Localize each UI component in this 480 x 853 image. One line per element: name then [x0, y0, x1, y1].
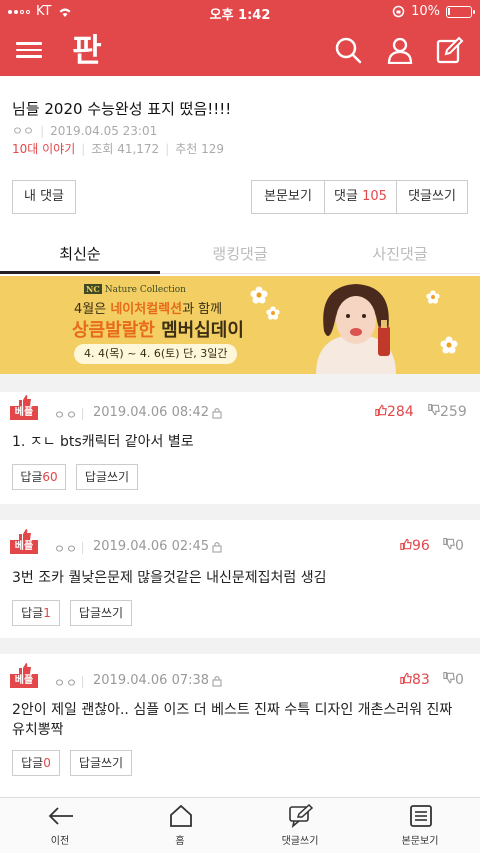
post-action-row: 내 댓글 본문보기 댓글 105 댓글쓰기: [0, 180, 480, 216]
post-info: 님들 2020 수능완성 표지 떴음!!!! ㅇㅇ | 2019.04.05 23:…: [0, 76, 480, 166]
upvote-button[interactable]: 96: [400, 538, 430, 554]
thumbs-up-icon: [400, 538, 412, 551]
nav-write-comment[interactable]: 댓글쓰기: [240, 798, 360, 853]
write-reply-button[interactable]: 답글쓰기: [76, 464, 138, 490]
downvote-count: 0: [455, 672, 464, 688]
view-post-button[interactable]: 본문보기: [251, 180, 325, 214]
banner-period: 4. 4(목) ~ 4. 6(토) 단, 3일간: [74, 344, 238, 364]
thumbs-up-icon: [375, 404, 387, 417]
reply-count-button[interactable]: 답글1: [12, 600, 60, 626]
comment-text: 3번 조카 퀄낮은문제 많을것같은 내신문제집처럼 생김: [12, 570, 327, 586]
flower-icon: [266, 306, 280, 320]
upvote-count: 83: [412, 672, 430, 688]
report-icon[interactable]: [212, 407, 222, 419]
back-arrow-icon: [48, 807, 73, 825]
post-date: 2019.04.05 23:01: [50, 124, 158, 138]
thumbs-down-icon: [443, 671, 455, 684]
status-bar: KT 오후 1:42 10%: [0, 0, 480, 24]
thumbs-up-icon: [400, 672, 412, 685]
best-badge: 베플: [10, 394, 38, 420]
upvote-button[interactable]: 284: [375, 404, 414, 420]
rotation-lock-icon: [392, 5, 405, 18]
post-category[interactable]: 10대 이야기: [12, 142, 75, 156]
tab-latest[interactable]: 최신순: [0, 234, 160, 274]
comment-text: 2안이 제일 괜찮아.. 심플 이즈 더 베스트 진짜 수특 디자인 개촌스러워…: [12, 702, 453, 738]
comment-date: 2019.04.06 08:42: [93, 405, 210, 420]
model-illustration: [316, 284, 396, 374]
write-reply-button[interactable]: 답글쓰기: [70, 600, 132, 626]
home-icon: [170, 804, 192, 827]
nav-home[interactable]: 홈: [120, 798, 240, 853]
upvote-button[interactable]: 83: [400, 672, 430, 688]
downvote-button[interactable]: 0: [443, 537, 464, 554]
downvote-count: 0: [455, 538, 464, 554]
post-views: 조회 41,172: [91, 142, 160, 156]
document-icon: [410, 805, 432, 827]
app-logo[interactable]: 판: [70, 30, 104, 70]
downvote-button[interactable]: 0: [443, 671, 464, 688]
search-icon[interactable]: [334, 36, 362, 64]
comment-text: 1. ㅈㄴ bts캐릭터 같아서 별로: [12, 434, 194, 450]
nav-back[interactable]: 이전: [0, 798, 120, 853]
post-title: 님들 2020 수능완성 표지 떴음!!!!: [12, 100, 232, 118]
menu-button[interactable]: [16, 38, 44, 62]
comment-date: 2019.04.06 02:45: [93, 539, 210, 554]
flower-icon: [250, 286, 268, 304]
comment-write-icon: [289, 804, 314, 828]
upvote-count: 284: [387, 404, 414, 420]
comment-count-button[interactable]: 댓글 105: [324, 180, 397, 214]
comment-list: 베플 ㅇㅇ 2019.04.06 08:42 284 259 1. ㅈㄴ bts…: [0, 374, 480, 798]
thumbs-down-icon: [428, 403, 440, 416]
comment-item: 베플 ㅇㅇ 2019.04.06 07:38 83 0 2안이 제일 괜찮아..…: [0, 654, 480, 798]
upvote-count: 96: [412, 538, 430, 554]
downvote-button[interactable]: 259: [428, 403, 467, 420]
tab-ranking[interactable]: 랭킹댓글: [160, 234, 320, 274]
tab-photo[interactable]: 사진댓글: [320, 234, 480, 274]
report-icon[interactable]: [212, 541, 222, 553]
thumbs-down-icon: [443, 537, 455, 550]
comment-author: ㅇㅇ: [54, 542, 79, 556]
write-reply-button[interactable]: 답글쓰기: [70, 750, 132, 776]
comment-date: 2019.04.06 07:38: [93, 673, 210, 688]
comment-item: 베플 ㅇㅇ 2019.04.06 08:42 284 259 1. ㅈㄴ bts…: [0, 392, 480, 504]
write-comment-button[interactable]: 댓글쓰기: [396, 180, 468, 214]
reply-count-button[interactable]: 답글0: [12, 750, 60, 776]
comment-count: 105: [362, 189, 387, 204]
flower-icon: [440, 336, 458, 354]
post-author: ㅇㅇ: [12, 124, 35, 138]
divider: [82, 408, 83, 420]
post-meta-stats: 10대 이야기 | 조회 41,172 | 추천 129: [12, 142, 225, 156]
banner-brand: NC Nature Collection: [84, 284, 186, 295]
reply-count-button[interactable]: 답글60: [12, 464, 66, 490]
status-right: 10%: [392, 4, 475, 19]
divider: [82, 542, 83, 554]
comment-item: 베플 ㅇㅇ 2019.04.06 02:45 96 0 3번 조카 퀄낮은문제 …: [0, 520, 480, 638]
best-badge: 베플: [10, 528, 38, 554]
post-recommend: 추천 129: [175, 142, 225, 156]
my-comment-button[interactable]: 내 댓글: [12, 180, 76, 214]
comment-sort-tabs: 최신순 랭킹댓글 사진댓글: [0, 234, 480, 274]
comment-author: ㅇㅇ: [54, 676, 79, 690]
banner-line2: 상큼발랄한 멤버십데이: [72, 320, 244, 341]
divider: [82, 676, 83, 688]
battery-icon: [446, 5, 475, 18]
best-badge: 베플: [10, 662, 38, 688]
write-icon[interactable]: [436, 36, 464, 64]
app-header: 판: [0, 24, 480, 76]
downvote-count: 259: [440, 404, 467, 420]
nav-view-post[interactable]: 본문보기: [360, 798, 480, 853]
comment-label: 댓글: [334, 189, 358, 204]
banner-line1: 4월은 네이처컬렉션과 함께: [74, 302, 223, 317]
user-icon[interactable]: [386, 36, 414, 64]
post-meta-author: ㅇㅇ | 2019.04.05 23:01: [12, 124, 158, 138]
report-icon[interactable]: [212, 675, 222, 687]
battery-percent: 10%: [411, 4, 440, 19]
battery-fill: [448, 7, 450, 15]
flower-icon: [426, 290, 440, 304]
bottom-nav: 이전 홈 댓글쓰기 본문보기: [0, 797, 480, 853]
ad-banner[interactable]: NC Nature Collection 4월은 네이처컬렉션과 함께 상큼발랄한…: [0, 276, 480, 374]
comment-author: ㅇㅇ: [54, 408, 79, 422]
